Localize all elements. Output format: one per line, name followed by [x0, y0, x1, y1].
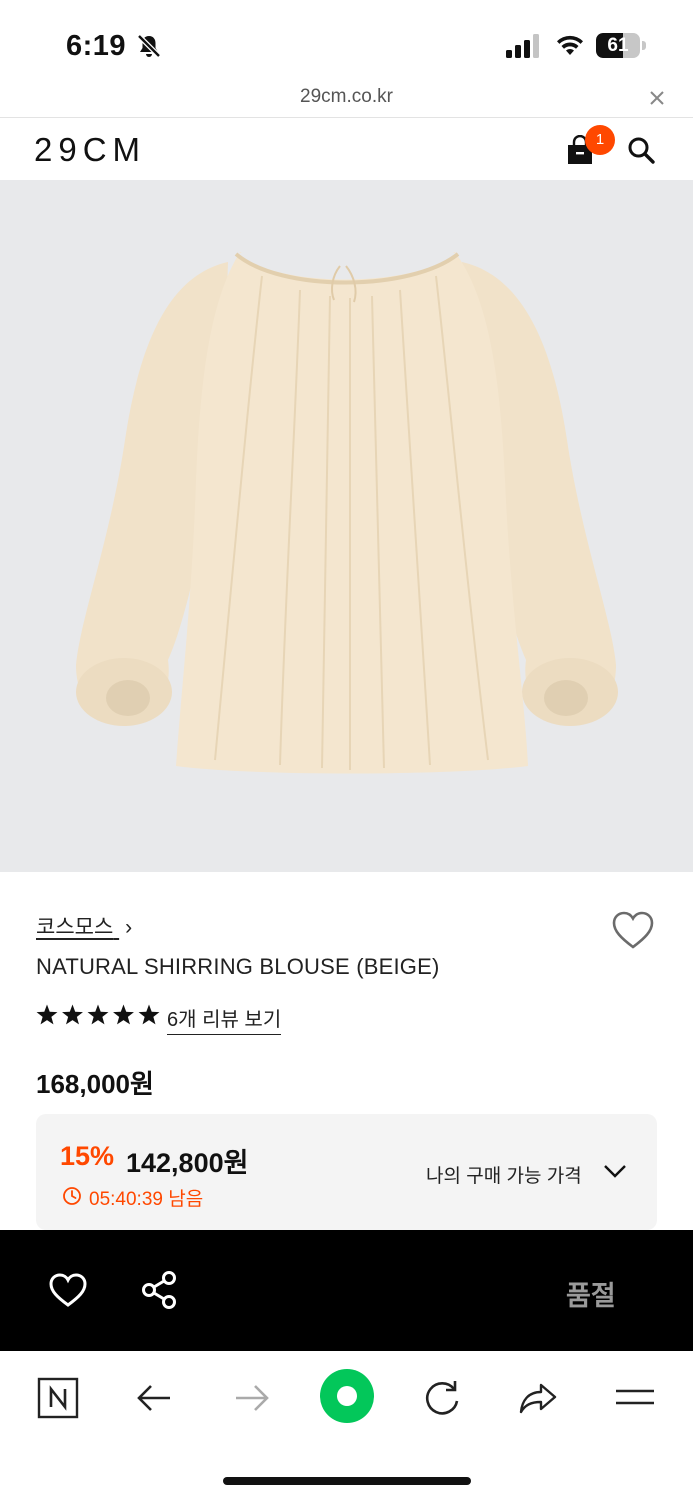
green-dot-button[interactable] [320, 1369, 374, 1423]
close-icon[interactable] [648, 89, 666, 107]
site-header: 29CM 1 [0, 119, 693, 180]
product-image[interactable] [0, 180, 693, 872]
share-arrow-icon[interactable] [517, 1377, 559, 1419]
search-icon[interactable] [626, 135, 656, 165]
forward-arrow-icon[interactable] [230, 1377, 272, 1419]
share-icon[interactable] [140, 1270, 178, 1310]
star-rating [36, 1004, 160, 1025]
price-box[interactable]: 15% 142,800원 05:40:39 남음 나의 구매 가능 가격 [36, 1114, 657, 1230]
cart-count-badge: 1 [585, 125, 615, 155]
action-bar: 품절 [0, 1230, 693, 1351]
blouse-illustration [76, 245, 618, 774]
star-icon [138, 1004, 160, 1025]
menu-icon[interactable] [614, 1377, 656, 1419]
original-price: 168,000원 [36, 1069, 154, 1099]
bell-slash-icon [137, 34, 161, 58]
browser-toolbar [0, 1351, 693, 1500]
my-price-label[interactable]: 나의 구매 가능 가격 [426, 1161, 582, 1188]
brand-name[interactable]: 코스모스 [36, 916, 113, 939]
chevron-right-icon: › [125, 916, 133, 939]
url-text[interactable]: 29cm.co.kr [0, 86, 693, 108]
product-name: NATURAL SHIRRING BLOUSE (BEIGE) [36, 954, 440, 979]
star-icon [62, 1004, 83, 1025]
battery-icon: 61 [596, 33, 646, 58]
url-bar[interactable]: 29cm.co.kr [0, 84, 693, 118]
star-icon [36, 1004, 58, 1025]
star-icon [113, 1004, 134, 1025]
battery-percent: 61 [607, 35, 629, 56]
naver-home-icon[interactable] [37, 1377, 79, 1419]
star-icon [87, 1004, 109, 1025]
status-bar: 6:19 61 [0, 0, 693, 88]
refresh-icon[interactable] [421, 1377, 463, 1419]
signal-icon [506, 34, 539, 58]
back-arrow-icon[interactable] [134, 1377, 176, 1419]
wifi-icon [557, 35, 583, 55]
heart-outline-icon[interactable] [611, 910, 655, 950]
home-indicator [223, 1477, 471, 1485]
discount-rate: 15% [60, 1141, 115, 1171]
timer-text: 05:40:39 남음 [89, 1189, 204, 1210]
site-logo[interactable]: 29CM [34, 131, 146, 169]
heart-icon[interactable] [48, 1272, 88, 1308]
status-time: 6:19 [66, 30, 127, 62]
brand-link[interactable]: 코스모스 › [36, 911, 132, 941]
chevron-down-icon[interactable] [602, 1162, 628, 1180]
sale-price: 142,800원 [126, 1148, 249, 1178]
review-link[interactable]: 6개 리뷰 보기 [167, 1003, 282, 1035]
soldout-button[interactable]: 품절 [566, 1274, 616, 1313]
clock-icon [63, 1187, 81, 1205]
